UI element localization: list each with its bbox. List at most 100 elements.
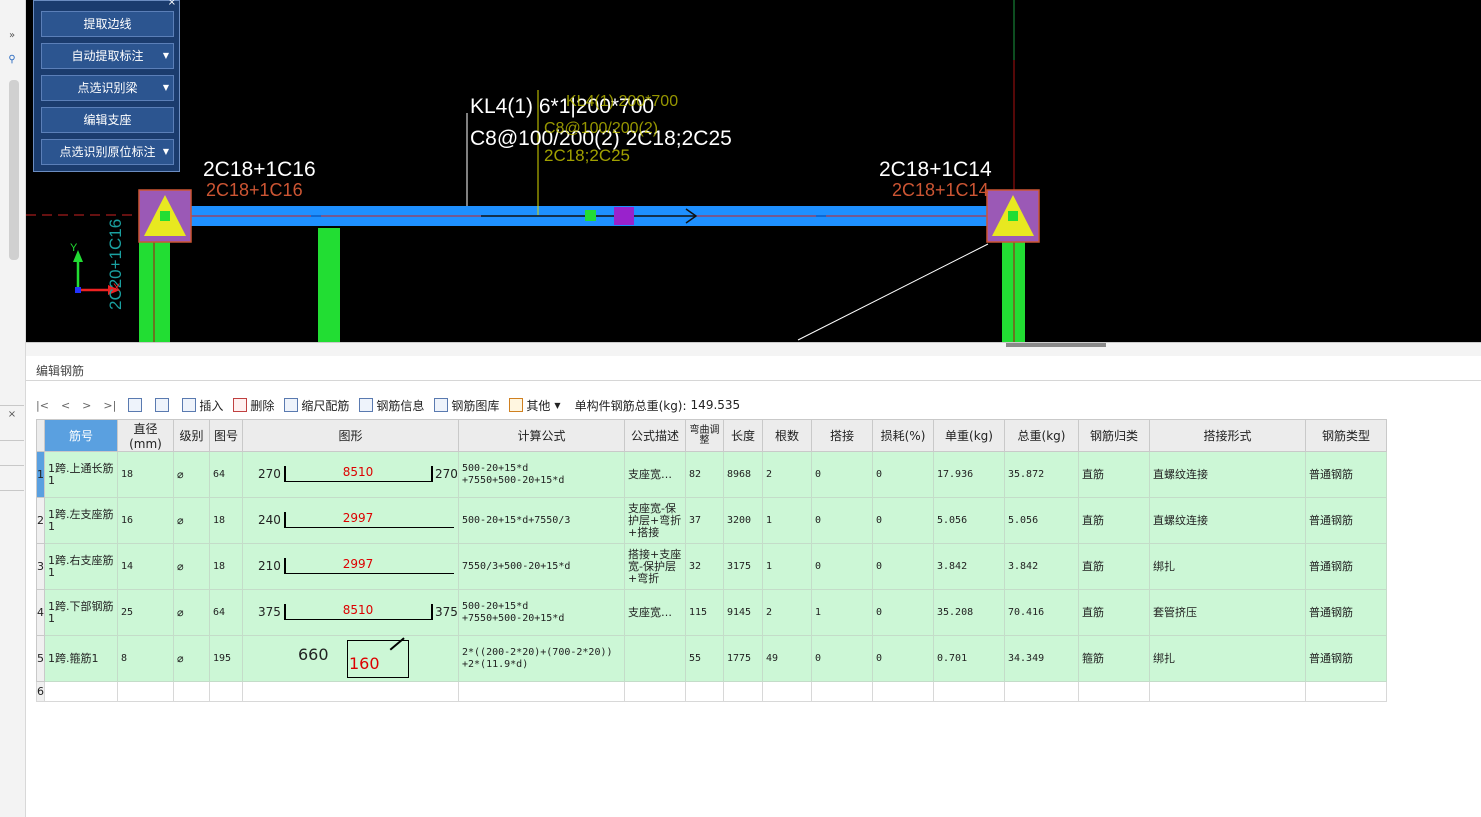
delete-button[interactable]: 删除 [233, 397, 274, 414]
cell-lap[interactable]: 0 [811, 543, 873, 590]
empty-cell[interactable] [762, 681, 812, 702]
cell-length[interactable]: 3200 [723, 497, 763, 544]
cell-category[interactable]: 直筋 [1078, 589, 1150, 636]
cell-figure-no[interactable]: 64 [209, 451, 243, 498]
cell-figure-no[interactable]: 195 [209, 635, 243, 682]
empty-cell[interactable] [624, 681, 686, 702]
cell-category[interactable]: 直筋 [1078, 543, 1150, 590]
cell-unit-weight[interactable]: 0.701 [933, 635, 1005, 682]
cell-name[interactable]: 1跨.下部钢筋1 [44, 589, 118, 636]
pick-identify-original-annotation-button[interactable]: 点选识别原位标注 ▼ [41, 139, 174, 165]
cell-diameter[interactable]: 16 [117, 497, 174, 544]
empty-cell[interactable] [1078, 681, 1150, 702]
cell-category[interactable]: 直筋 [1078, 451, 1150, 498]
col-header-lap[interactable]: 搭接 [811, 419, 873, 452]
col-header-category[interactable]: 钢筋归类 [1078, 419, 1150, 452]
empty-cell[interactable] [117, 681, 174, 702]
cad-drawing-canvas[interactable]: KL4(1) 6*1|200*700 KL4(1) 200*700 C8@100… [26, 0, 1481, 342]
empty-cell[interactable] [1149, 681, 1306, 702]
col-header-figure-no[interactable]: 图号 [209, 419, 243, 452]
cell-grade[interactable]: ⌀ [173, 497, 210, 544]
row-number[interactable]: 4 [36, 589, 45, 636]
rebar-info-button[interactable]: 钢筋信息 [359, 397, 424, 414]
cell-count[interactable]: 2 [762, 589, 812, 636]
col-header-bend-adjust[interactable]: 弯曲调整 [685, 419, 724, 452]
cell-rebar-type[interactable]: 普通钢筋 [1305, 451, 1387, 498]
cell-unit-weight[interactable]: 5.056 [933, 497, 1005, 544]
cell-category[interactable]: 直筋 [1078, 497, 1150, 544]
dropdown-arrow-icon[interactable]: ▼ [163, 76, 169, 100]
cell-loss[interactable]: 0 [872, 497, 934, 544]
col-header-rebar-type[interactable]: 钢筋类型 [1305, 419, 1387, 452]
col-header-formula[interactable]: 计算公式 [458, 419, 625, 452]
row-number[interactable]: 6 [36, 681, 45, 702]
search-icon[interactable]: ⚲ [2, 52, 22, 68]
cell-total-weight[interactable]: 35.872 [1004, 451, 1079, 498]
side-scrollbar[interactable] [9, 80, 19, 260]
cell-diameter[interactable]: 18 [117, 451, 174, 498]
cell-bend-adjust[interactable]: 115 [685, 589, 724, 636]
col-header-shape[interactable]: 图形 [242, 419, 459, 452]
prev-record-button[interactable]: < [61, 399, 70, 412]
auto-extract-annotation-button[interactable]: 自动提取标注 ▼ [41, 43, 174, 69]
cell-shape[interactable]: 270 270 8510 [242, 451, 459, 498]
cell-figure-no[interactable]: 18 [209, 543, 243, 590]
cell-loss[interactable]: 0 [872, 589, 934, 636]
cell-figure-no[interactable]: 18 [209, 497, 243, 544]
empty-cell[interactable] [173, 681, 210, 702]
first-record-button[interactable]: |< [36, 399, 49, 412]
col-header-grade[interactable]: 级别 [173, 419, 210, 452]
empty-cell[interactable] [458, 681, 625, 702]
cell-name[interactable]: 1跨.左支座筋1 [44, 497, 118, 544]
cell-lap-type[interactable]: 直螺纹连接 [1149, 451, 1306, 498]
cell-total-weight[interactable]: 5.056 [1004, 497, 1079, 544]
row-number[interactable]: 5 [36, 635, 45, 682]
cell-rebar-type[interactable]: 普通钢筋 [1305, 589, 1387, 636]
next-record-button[interactable]: > [82, 399, 91, 412]
edit-support-button[interactable]: 编辑支座 [41, 107, 174, 133]
cell-shape[interactable]: 375 375 8510 [242, 589, 459, 636]
cell-formula[interactable]: 7550/3+500-20+15*d [458, 543, 625, 590]
row-number[interactable]: 1 [36, 451, 45, 498]
cell-count[interactable]: 1 [762, 543, 812, 590]
cell-shape[interactable]: 240 2997 [242, 497, 459, 544]
cell-formula[interactable]: 500-20+15*d +7550+500-20+15*d [458, 451, 625, 498]
cell-length[interactable]: 9145 [723, 589, 763, 636]
col-header-lap-type[interactable]: 搭接形式 [1149, 419, 1306, 452]
cell-lap[interactable]: 1 [811, 589, 873, 636]
empty-cell[interactable] [723, 681, 763, 702]
table-row[interactable]: 3 1跨.右支座筋1 14 ⌀ 18 210 2997 7550/3+500-20+15*d 搭… [36, 543, 1387, 590]
other-dropdown-button[interactable]: 其他 ▼ [509, 397, 561, 414]
col-header-loss[interactable]: 损耗(%) [872, 419, 934, 452]
col-header-total-weight[interactable]: 总重(kg) [1004, 419, 1079, 452]
move-down-button[interactable] [155, 398, 172, 412]
cell-total-weight[interactable]: 34.349 [1004, 635, 1079, 682]
cell-loss[interactable]: 0 [872, 635, 934, 682]
empty-cell[interactable] [44, 681, 118, 702]
cell-loss[interactable]: 0 [872, 543, 934, 590]
cell-formula-desc[interactable]: 支座宽… [624, 589, 686, 636]
empty-cell[interactable] [933, 681, 1005, 702]
cell-grade[interactable]: ⌀ [173, 451, 210, 498]
table-row[interactable]: 5 1跨.箍筋1 8 ⌀ 195 660 160 2*((200-2*20)+(700-2*2… [36, 635, 1387, 682]
row-number[interactable]: 2 [36, 497, 45, 544]
empty-cell[interactable] [1004, 681, 1079, 702]
last-record-button[interactable]: >| [103, 399, 116, 412]
empty-cell[interactable] [242, 681, 459, 702]
cell-name[interactable]: 1跨.箍筋1 [44, 635, 118, 682]
col-header-length[interactable]: 长度 [723, 419, 763, 452]
pane-splitter[interactable] [26, 342, 1481, 356]
cell-length[interactable]: 3175 [723, 543, 763, 590]
cell-grade[interactable]: ⌀ [173, 543, 210, 590]
move-up-button[interactable] [128, 398, 145, 412]
dropdown-arrow-icon[interactable]: ▼ [163, 44, 169, 68]
close-icon[interactable]: × [2, 407, 22, 423]
dropdown-arrow-icon[interactable]: ▼ [163, 140, 169, 164]
splitter-grip[interactable] [1006, 343, 1106, 347]
cell-category[interactable]: 箍筋 [1078, 635, 1150, 682]
cell-count[interactable]: 1 [762, 497, 812, 544]
empty-cell[interactable] [1305, 681, 1387, 702]
cell-lap-type[interactable]: 绑扎 [1149, 543, 1306, 590]
cell-formula-desc[interactable]: 支座宽-保护层+弯折+搭接 [624, 497, 686, 544]
cell-bend-adjust[interactable]: 37 [685, 497, 724, 544]
